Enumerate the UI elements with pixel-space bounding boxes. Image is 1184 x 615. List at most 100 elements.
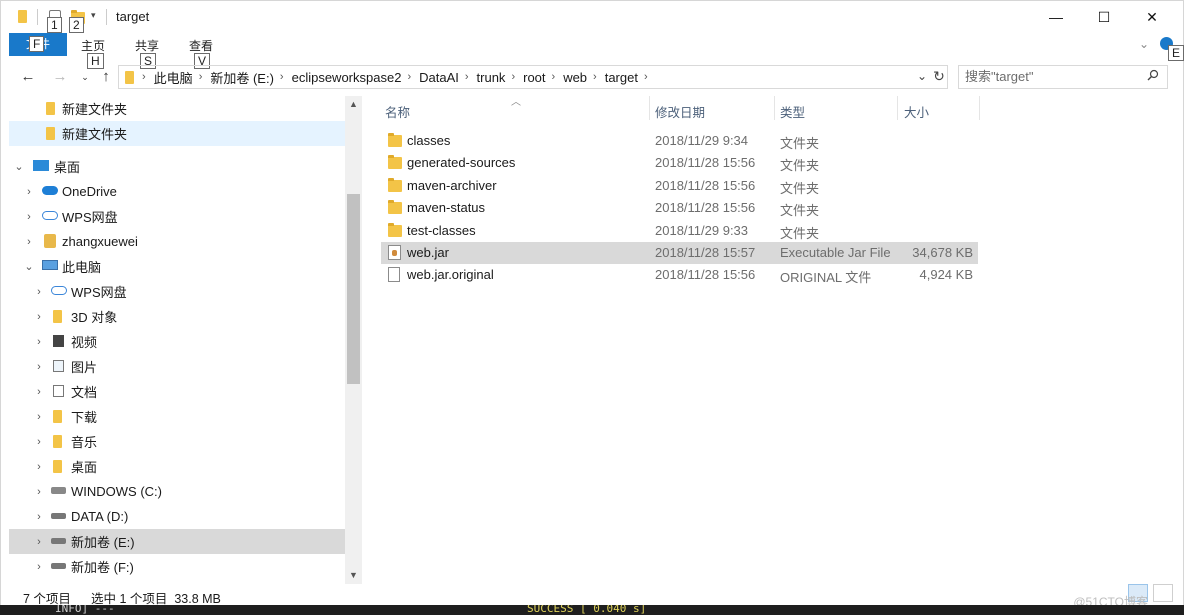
chevron-right-icon[interactable]: › <box>33 486 45 498</box>
tree-item-wps-cloud-pc[interactable]: › WPS网盘 <box>9 279 345 304</box>
file-row-web-jar-original[interactable]: web.jar.original 2018/11/28 15:56 ORIGIN… <box>381 264 978 286</box>
recent-locations-button[interactable]: ⌄ <box>75 67 95 87</box>
tree-item-this-pc[interactable]: ⌄ 此电脑 <box>9 254 345 279</box>
chevron-right-icon[interactable]: › <box>33 336 45 348</box>
tree-item-desktop[interactable]: ⌄ 桌面 <box>9 154 345 179</box>
scroll-down-icon[interactable]: ▼ <box>345 567 362 584</box>
file-name: generated-sources <box>407 155 516 170</box>
folder-icon <box>125 70 134 84</box>
sort-ascending-icon: ︿ <box>511 97 521 108</box>
tree-item-new-folder[interactable]: 新建文件夹 <box>9 96 345 121</box>
breadcrumb-separator-icon[interactable]: › <box>407 71 411 83</box>
column-divider[interactable] <box>649 96 650 120</box>
customize-qat-icon[interactable]: ▾ <box>91 10 96 21</box>
scrollbar-thumb[interactable] <box>347 194 360 384</box>
tree-item-3d-objects[interactable]: › 3D 对象 <box>9 304 345 329</box>
tree-item-downloads[interactable]: › 下载 <box>9 404 345 429</box>
chevron-right-icon[interactable]: › <box>33 386 45 398</box>
tab-view[interactable]: 查看 <box>189 37 213 54</box>
breadcrumb-root[interactable]: root <box>523 70 545 85</box>
tree-item-drive-d[interactable]: › DATA (D:) <box>9 504 345 529</box>
file-modified: 2018/11/28 15:56 <box>655 267 756 282</box>
file-row-test-classes[interactable]: test-classes 2018/11/29 9:33 文件夹 <box>381 220 978 242</box>
navigation-scrollbar[interactable]: ▲ ▼ <box>345 96 362 584</box>
tree-item-onedrive[interactable]: › OneDrive <box>9 179 345 204</box>
breadcrumb-separator-icon[interactable]: › <box>593 71 597 83</box>
column-header-modified[interactable]: 修改日期 <box>655 102 705 121</box>
file-row-web-jar[interactable]: web.jar 2018/11/28 15:57 Executable Jar … <box>381 242 978 264</box>
large-icons-view-icon[interactable] <box>1153 584 1173 602</box>
column-header-name[interactable]: 名称 <box>385 102 410 121</box>
chevron-down-icon[interactable]: ⌄ <box>13 160 25 173</box>
chevron-right-icon[interactable]: › <box>33 361 45 373</box>
chevron-right-icon[interactable]: › <box>23 236 35 248</box>
chevron-right-icon[interactable]: › <box>33 311 45 323</box>
column-divider[interactable] <box>897 96 898 120</box>
close-button[interactable]: ✕ <box>1129 1 1175 33</box>
search-input[interactable]: 搜索"target" <box>958 65 1168 89</box>
folder-icon <box>388 178 402 192</box>
breadcrumb-dataai[interactable]: DataAI <box>419 70 459 85</box>
tree-item-music[interactable]: › 音乐 <box>9 429 345 454</box>
back-button[interactable]: ← <box>18 67 38 87</box>
breadcrumb-separator-icon[interactable]: › <box>511 71 515 83</box>
file-row-maven-archiver[interactable]: maven-archiver 2018/11/28 15:56 文件夹 <box>381 175 978 197</box>
tree-item-drive-e[interactable]: › 新加卷 (E:) <box>9 529 345 554</box>
chevron-right-icon[interactable]: › <box>33 536 45 548</box>
minimize-button[interactable]: — <box>1033 1 1079 33</box>
address-bar[interactable]: › 此电脑 › 新加卷 (E:) › eclipseworkspase2 › D… <box>118 65 948 89</box>
breadcrumb-this-pc[interactable]: 此电脑 <box>154 68 193 87</box>
file-row-generated-sources[interactable]: generated-sources 2018/11/28 15:56 文件夹 <box>381 152 978 174</box>
tab-home[interactable]: 主页 <box>81 37 105 54</box>
chevron-right-icon[interactable]: › <box>33 411 45 423</box>
file-type: ORIGINAL 文件 <box>780 270 872 285</box>
breadcrumb-drive-e[interactable]: 新加卷 (E:) <box>210 68 274 87</box>
search-icon[interactable] <box>1147 69 1159 81</box>
column-divider[interactable] <box>774 96 775 120</box>
breadcrumb-web[interactable]: web <box>563 70 587 85</box>
tree-item-label: DATA (D:) <box>71 509 129 524</box>
breadcrumb-separator-icon[interactable]: › <box>280 71 284 83</box>
maximize-button[interactable]: ☐ <box>1081 1 1127 33</box>
breadcrumb-separator-icon[interactable]: › <box>644 71 648 83</box>
column-header-type[interactable]: 类型 <box>780 102 805 121</box>
breadcrumb-separator-icon[interactable]: › <box>465 71 469 83</box>
tab-share[interactable]: 共享 <box>135 37 159 54</box>
file-type: 文件夹 <box>780 226 820 241</box>
tree-item-new-folder-selected[interactable]: 新建文件夹 <box>9 121 345 146</box>
chevron-right-icon[interactable]: › <box>33 511 45 523</box>
expand-ribbon-icon[interactable]: ⌄ <box>1139 37 1149 51</box>
tree-item-drive-f[interactable]: › 新加卷 (F:) <box>9 554 345 579</box>
file-row-classes[interactable]: classes 2018/11/29 9:34 文件夹 <box>381 130 978 152</box>
breadcrumb-eclipseworkspase2[interactable]: eclipseworkspase2 <box>292 70 402 85</box>
chevron-right-icon[interactable]: › <box>23 186 35 198</box>
tree-item-label: zhangxuewei <box>62 234 138 249</box>
tree-item-label: 新加卷 (E:) <box>71 535 135 550</box>
chevron-down-icon[interactable]: ⌄ <box>23 260 35 273</box>
scroll-up-icon[interactable]: ▲ <box>345 96 362 113</box>
tree-item-drive-c[interactable]: › WINDOWS (C:) <box>9 479 345 504</box>
chevron-right-icon[interactable]: › <box>33 561 45 573</box>
tree-item-user[interactable]: › zhangxuewei <box>9 229 345 254</box>
address-history-chevron-down-icon[interactable]: ⌄ <box>913 65 931 87</box>
up-button[interactable]: ↑ <box>96 67 116 87</box>
breadcrumb-target[interactable]: target <box>605 70 638 85</box>
file-row-maven-status[interactable]: maven-status 2018/11/28 15:56 文件夹 <box>381 197 978 219</box>
tree-item-documents[interactable]: › 文档 <box>9 379 345 404</box>
forward-button[interactable]: → <box>50 67 70 87</box>
column-divider[interactable] <box>979 96 980 120</box>
chevron-right-icon[interactable]: › <box>33 286 45 298</box>
breadcrumb-separator-icon[interactable]: › <box>552 71 556 83</box>
refresh-icon[interactable]: ↻ <box>930 65 948 87</box>
breadcrumb-trunk[interactable]: trunk <box>477 70 506 85</box>
chevron-right-icon[interactable]: › <box>33 436 45 448</box>
tree-item-videos[interactable]: › 视频 <box>9 329 345 354</box>
tree-item-pictures[interactable]: › 图片 <box>9 354 345 379</box>
column-header-size[interactable]: 大小 <box>904 102 929 121</box>
chevron-right-icon[interactable]: › <box>23 211 35 223</box>
breadcrumb-separator-icon[interactable]: › <box>142 71 146 83</box>
tree-item-wps-cloud[interactable]: › WPS网盘 <box>9 204 345 229</box>
tree-item-desktop-pc[interactable]: › 桌面 <box>9 454 345 479</box>
breadcrumb-separator-icon[interactable]: › <box>199 71 203 83</box>
chevron-right-icon[interactable]: › <box>33 461 45 473</box>
